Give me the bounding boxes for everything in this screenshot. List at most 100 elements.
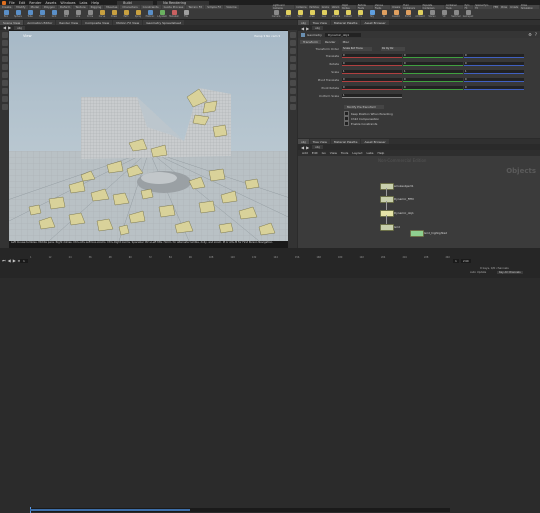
help-icon[interactable]: ? — [535, 32, 537, 37]
shelf-tab[interactable]: Wires — [500, 5, 509, 9]
shelf-tool[interactable]: Sky — [367, 10, 377, 18]
param-value-field[interactable]: 0 — [403, 53, 463, 58]
rotate-tool-icon[interactable] — [1, 48, 8, 54]
transform-order-select[interactable]: Scale Rot Trans — [342, 46, 372, 51]
shelf-tool[interactable]: Switcher — [451, 10, 461, 18]
lighting-icon[interactable] — [289, 32, 296, 38]
shelf-tab[interactable]: Terrain FX — [186, 5, 205, 9]
shelf-tool[interactable]: Null — [61, 10, 71, 18]
shelf-tool[interactable]: GI — [379, 10, 389, 18]
node-smokeobject1[interactable] — [380, 183, 394, 190]
shelf-tab[interactable]: Texture — [73, 5, 88, 9]
shelf-tool[interactable]: Spot — [295, 10, 305, 18]
shelf-tool[interactable]: Gamepad — [463, 10, 473, 18]
shelf-tab[interactable]: FEM — [492, 5, 500, 9]
shelf-tool[interactable]: Path — [121, 10, 131, 18]
param-value-field[interactable]: 0 — [403, 61, 463, 66]
move-tool-icon[interactable] — [1, 40, 8, 46]
timeline-scrubber[interactable] — [30, 507, 450, 513]
shelf-tab[interactable]: Crowds — [509, 5, 520, 9]
houdini-logo-icon[interactable] — [2, 0, 6, 5]
tab-transform[interactable]: Transform — [300, 39, 321, 44]
path-obj[interactable]: obj — [14, 25, 25, 30]
pose-tool-icon[interactable] — [1, 72, 8, 78]
shelf-tab[interactable]: Rigging — [88, 5, 104, 9]
step-back-icon[interactable]: ◀ — [8, 258, 11, 263]
param-path-obj[interactable]: obj — [312, 26, 323, 30]
view-tool-icon[interactable] — [1, 80, 8, 86]
points-icon[interactable] — [289, 64, 296, 70]
menu-render[interactable]: Render — [29, 1, 41, 5]
param-value-field[interactable]: 0 — [464, 53, 524, 58]
rotate-order-select[interactable]: Rx Ry Rz — [381, 46, 405, 51]
camera-menu[interactable]: Persp ▾ No cam ▾ — [254, 34, 280, 38]
node-grid-highlighted[interactable] — [410, 230, 424, 237]
param-value-field[interactable]: 0 — [464, 85, 524, 90]
shelf-tool[interactable]: Circle — [85, 10, 95, 18]
net-menu-labs[interactable]: Labs — [367, 151, 374, 155]
net-menu-add[interactable]: Add — [302, 151, 308, 155]
shelf-tab[interactable]: Constraints — [140, 5, 161, 9]
shelf-tool[interactable]: Grid — [49, 10, 59, 18]
shelf-tool[interactable]: Stereo — [427, 10, 437, 18]
range-end-field[interactable]: 240 — [460, 259, 471, 263]
param-value-field[interactable]: 0 — [464, 61, 524, 66]
menu-labs[interactable]: Labs — [80, 1, 88, 5]
param-value-field[interactable]: 0 — [403, 85, 463, 90]
shelf-tool[interactable]: Tube — [25, 10, 35, 18]
menu-edit[interactable]: Edit — [19, 1, 26, 5]
net-menu-help[interactable]: Help — [378, 151, 385, 155]
shelf-tool[interactable]: Portal — [403, 10, 413, 18]
shelf-tab[interactable]: Characters — [120, 5, 140, 9]
key-all-channels-button[interactable]: Key All Channels — [497, 271, 523, 274]
shelf-tool[interactable]: Spray — [133, 10, 143, 18]
shelf-tool[interactable]: Sphere — [13, 10, 23, 18]
select-tool-icon[interactable] — [1, 32, 8, 38]
shelf-tab[interactable]: Drive Simulation — [520, 4, 539, 10]
param-value-field[interactable]: 0 — [342, 53, 402, 58]
tab-render[interactable]: Render — [321, 39, 339, 44]
param-value-field[interactable]: 0 — [342, 61, 402, 66]
shelf-tab[interactable]: Sparse Pyro FX — [474, 4, 492, 10]
forward-arrow-icon[interactable]: ▶ — [306, 26, 309, 31]
handle-tool-icon[interactable] — [1, 64, 8, 70]
net-menu-layout[interactable]: Layout — [352, 151, 362, 155]
shelf-tool[interactable]: Torus — [37, 10, 47, 18]
shelf-tool[interactable]: Line — [73, 10, 83, 18]
param-value-field[interactable]: 1 — [403, 69, 463, 74]
network-editor[interactable]: Non-Commercial Edition Objects smokeobje… — [298, 156, 540, 248]
workspace-selector[interactable]: Build — [117, 0, 154, 5]
net-menu-edit[interactable]: Edit — [312, 151, 318, 155]
shelf-tool[interactable]: Volume — [331, 10, 341, 18]
camera-icon[interactable] — [289, 96, 296, 102]
grid-icon[interactable] — [289, 56, 296, 62]
menu-windows[interactable]: Windows — [60, 1, 75, 5]
net-menu-view[interactable]: View — [330, 151, 337, 155]
shelf-tab[interactable]: Volume — [224, 5, 239, 9]
auto-update-button[interactable]: Auto Update — [470, 271, 486, 274]
menu-help[interactable]: Help — [91, 1, 99, 5]
wireframe-icon[interactable] — [289, 48, 296, 54]
param-value-field[interactable]: 0 — [403, 77, 463, 82]
render-desktop-selector[interactable]: No Rendering — [157, 0, 210, 5]
scale-tool-icon[interactable] — [1, 56, 8, 62]
net-menu-go[interactable]: Go — [322, 151, 326, 155]
menu-assets[interactable]: Assets — [45, 1, 56, 5]
shelf-tool[interactable]: Metaball — [169, 10, 179, 18]
flipbook-icon[interactable] — [1, 104, 8, 110]
shelf-tool[interactable]: L-System — [157, 10, 167, 18]
gear-icon[interactable]: ⚙ — [528, 32, 532, 37]
shelf-tab[interactable]: Model — [28, 5, 41, 9]
param-value-field[interactable]: 1 — [342, 93, 402, 98]
display-options-icon[interactable] — [289, 104, 296, 110]
shelf-tool[interactable]: VR — [439, 10, 449, 18]
back-arrow-icon[interactable]: ◀ — [301, 26, 304, 31]
node-dynamic-obj1[interactable] — [380, 210, 394, 217]
normals-icon[interactable] — [289, 72, 296, 78]
shelf-tool[interactable]: Curve — [97, 10, 107, 18]
range-start-field[interactable]: 1 — [453, 259, 459, 263]
param-value-field[interactable]: 1 — [342, 69, 402, 74]
shelf-tool[interactable]: Distant — [343, 10, 353, 18]
current-frame-field[interactable]: 1 — [20, 259, 28, 263]
shelf-tool[interactable]: Caustic — [391, 10, 401, 18]
